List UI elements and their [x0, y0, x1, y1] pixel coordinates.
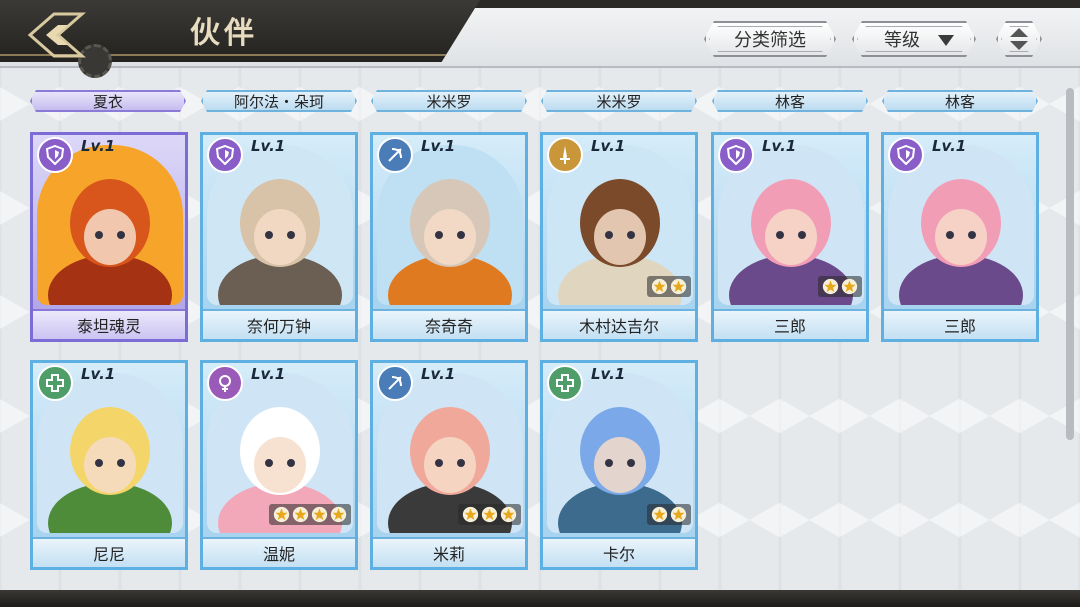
star-icon: [670, 278, 687, 295]
prev-row-name-3[interactable]: 米米罗: [371, 90, 527, 112]
star-icon: [670, 506, 687, 523]
partner-card[interactable]: Lv.1 卡尔: [540, 360, 698, 570]
partner-card[interactable]: Lv.1 三郎: [711, 132, 869, 342]
prev-row-name-4[interactable]: 米米罗: [541, 90, 697, 112]
star-icon: [311, 506, 328, 523]
level-label: Lv.1: [251, 365, 286, 383]
sort-dropdown[interactable]: 等级: [852, 21, 976, 57]
shield-icon: [726, 145, 746, 165]
star-icon: [273, 506, 290, 523]
partner-name: 尼尼: [33, 537, 185, 567]
star-rating: [647, 276, 691, 297]
partner-card[interactable]: Lv.1 泰坦魂灵: [30, 132, 188, 342]
class-badge: [888, 137, 924, 173]
partner-card[interactable]: Lv.1 奈何万钟: [200, 132, 358, 342]
level-label: Lv.1: [762, 137, 797, 155]
class-badge: [37, 137, 73, 173]
partner-name: 卡尔: [543, 537, 695, 567]
partner-card[interactable]: Lv.1 木村达吉尔: [540, 132, 698, 342]
partner-card[interactable]: Lv.1 尼尼: [30, 360, 188, 570]
partner-name: 温妮: [203, 537, 355, 567]
bow-icon: [388, 148, 402, 162]
level-label: Lv.1: [932, 137, 967, 155]
class-badge: [547, 137, 583, 173]
class-badge: [207, 137, 243, 173]
star-icon: [292, 506, 309, 523]
star-icon: [481, 506, 498, 523]
star-icon: [462, 506, 479, 523]
heal-cross-icon: [46, 374, 64, 392]
back-arrow-icon: [27, 12, 86, 58]
level-label: Lv.1: [421, 365, 456, 383]
bow-icon: [388, 376, 402, 390]
partner-card[interactable]: Lv.1 三郎: [881, 132, 1039, 342]
star-rating: [269, 504, 351, 525]
shield-icon: [896, 145, 916, 165]
prev-row-name-6[interactable]: 林客: [882, 90, 1038, 112]
partner-name: 三郎: [884, 309, 1036, 339]
partner-card[interactable]: Lv.1 温妮: [200, 360, 358, 570]
header-top-strip: [440, 0, 1080, 8]
sword-icon: [560, 146, 570, 164]
dropdown-arrow-icon: [938, 35, 954, 46]
star-icon: [330, 506, 347, 523]
class-badge: [547, 365, 583, 401]
level-label: Lv.1: [421, 137, 456, 155]
shield-icon: [45, 145, 65, 165]
back-button[interactable]: [8, 4, 104, 66]
scrollbar[interactable]: [1066, 88, 1074, 440]
filter-button-frame: [709, 26, 831, 52]
level-label: Lv.1: [81, 137, 116, 155]
filter-button[interactable]: 分类筛选: [704, 21, 836, 57]
class-badge: [377, 365, 413, 401]
partner-card[interactable]: Lv.1 奈奇奇: [370, 132, 528, 342]
star-icon: [651, 506, 668, 523]
heal-cross-icon: [556, 374, 574, 392]
female-icon: [219, 375, 231, 392]
star-icon: [500, 506, 517, 523]
star-rating: [818, 276, 862, 297]
star-icon: [841, 278, 858, 295]
partner-name: 米莉: [373, 537, 525, 567]
level-label: Lv.1: [81, 365, 116, 383]
star-rating: [647, 504, 691, 525]
partner-name: 奈奇奇: [373, 309, 525, 339]
star-icon: [822, 278, 839, 295]
class-badge: [718, 137, 754, 173]
bottom-frame: [0, 590, 1080, 607]
partner-name: 泰坦魂灵: [33, 309, 185, 339]
level-label: Lv.1: [591, 365, 626, 383]
class-badge: [377, 137, 413, 173]
class-badge: [37, 365, 73, 401]
sort-order-frame: [1001, 26, 1037, 52]
shield-icon: [215, 145, 235, 165]
level-label: Lv.1: [591, 137, 626, 155]
partner-name: 奈何万钟: [203, 309, 355, 339]
page-title: 伙伴: [190, 16, 258, 51]
star-icon: [651, 278, 668, 295]
prev-row-name-1[interactable]: 夏衣: [30, 90, 186, 112]
star-rating: [458, 504, 521, 525]
level-label: Lv.1: [251, 137, 286, 155]
partner-name: 三郎: [714, 309, 866, 339]
partner-card[interactable]: Lv.1 米莉: [370, 360, 528, 570]
class-badge: [207, 365, 243, 401]
prev-row-name-2[interactable]: 阿尔法・朵珂: [201, 90, 357, 112]
prev-row-name-5[interactable]: 林客: [712, 90, 868, 112]
partner-name: 木村达吉尔: [543, 309, 695, 339]
